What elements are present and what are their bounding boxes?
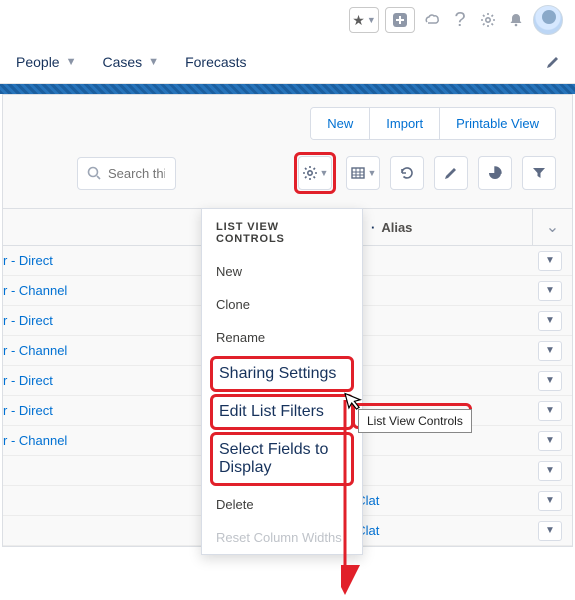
search-icon <box>86 165 102 181</box>
display-as-button[interactable]: ▼ <box>346 156 380 190</box>
row-actions-button[interactable]: ▼ <box>538 431 562 451</box>
row-actions-button[interactable]: ▼ <box>538 311 562 331</box>
row-actions-button[interactable]: ▼ <box>538 341 562 361</box>
row-actions-button[interactable]: ▼ <box>538 491 562 511</box>
inline-edit-button[interactable] <box>434 156 468 190</box>
filter-icon <box>531 165 547 181</box>
toolbar-row: ▼ ▼ <box>3 146 572 208</box>
row-actions-button[interactable]: ▼ <box>538 371 562 391</box>
chevron-down-icon: ▼ <box>368 168 377 178</box>
add-button[interactable] <box>385 7 415 33</box>
list-view-controls-menu: LIST VIEW CONTROLS New Clone Rename Shar… <box>201 208 363 555</box>
chevron-down-icon: ▼ <box>545 315 555 326</box>
row-name-link[interactable]: r - Direct <box>3 373 53 388</box>
menu-item-reset-widths: Reset Column Widths <box>202 521 362 554</box>
menu-item-rename[interactable]: Rename <box>202 321 362 354</box>
setup-gear-icon[interactable] <box>477 9 499 31</box>
chevron-down-icon: ▼ <box>148 56 159 68</box>
chevron-down-icon: ▼ <box>545 285 555 296</box>
nav-item-cases[interactable]: Cases ▼ <box>102 54 159 70</box>
favorites-button[interactable]: ★▼ <box>349 7 379 33</box>
column-label: Alias <box>381 220 412 235</box>
nav-label: Cases <box>102 54 142 70</box>
chevron-down-icon: ▼ <box>545 495 555 506</box>
action-button-group: New Import Printable View <box>310 107 556 140</box>
refresh-icon <box>399 165 415 181</box>
chevron-down-icon: ▼ <box>545 255 555 266</box>
menu-item-new[interactable]: New <box>202 255 362 288</box>
star-icon: ★ <box>352 12 365 29</box>
menu-item-select-fields[interactable]: Select Fields to Display <box>219 441 345 477</box>
highlight-gear: ▼ <box>294 152 336 194</box>
nav-item-people[interactable]: People ▼ <box>16 54 76 70</box>
menu-item-clone[interactable]: Clone <box>202 288 362 321</box>
pencil-icon <box>443 165 459 181</box>
list-panel: New Import Printable View ▼ ▼ <box>2 94 573 547</box>
row-actions-button[interactable]: ▼ <box>538 251 562 271</box>
chevron-down-icon: ▼ <box>545 345 555 356</box>
filter-button[interactable] <box>522 156 556 190</box>
refresh-button[interactable] <box>390 156 424 190</box>
chevron-down-icon: ▼ <box>545 525 555 536</box>
search-container <box>77 157 176 190</box>
gear-icon <box>302 165 318 181</box>
row-name-link[interactable]: r - Channel <box>3 283 67 298</box>
menu-item-sharing-settings[interactable]: Sharing Settings <box>219 365 345 383</box>
plus-icon <box>392 12 408 28</box>
highlight-sharing: Sharing Settings <box>210 356 354 392</box>
chevron-down-icon: ▼ <box>66 56 77 68</box>
chevron-down-icon: ⌄ <box>546 217 559 237</box>
list-view-controls-button[interactable]: ▼ <box>298 156 332 190</box>
notifications-bell-icon[interactable] <box>505 9 527 31</box>
chart-button[interactable] <box>478 156 512 190</box>
nav-item-forecasts[interactable]: Forecasts <box>185 54 246 70</box>
user-avatar[interactable] <box>533 5 563 35</box>
row-name-link[interactable]: r - Direct <box>3 313 53 328</box>
chevron-down-icon: ▼ <box>545 465 555 476</box>
import-button[interactable]: Import <box>370 108 440 139</box>
global-topbar: ★▼ ? <box>0 0 575 40</box>
help-icon[interactable]: ? <box>449 9 471 31</box>
printable-view-button[interactable]: Printable View <box>440 108 555 139</box>
column-header-chevron[interactable]: ⌄ <box>532 209 572 245</box>
chevron-down-icon: ▼ <box>545 405 555 416</box>
table-icon <box>350 165 366 181</box>
column-header-alias[interactable]: · Alias <box>359 220 532 235</box>
edit-nav-icon[interactable] <box>545 54 561 70</box>
chevron-down-icon: ▼ <box>320 168 329 178</box>
new-button[interactable]: New <box>311 108 370 139</box>
nav-label: Forecasts <box>185 54 246 70</box>
menu-item-delete[interactable]: Delete <box>202 488 362 521</box>
chevron-down-icon: ▼ <box>545 375 555 386</box>
highlight-edit-filters: Edit List Filters <box>210 394 354 430</box>
object-navbar: People ▼ Cases ▼ Forecasts <box>0 40 575 84</box>
chevron-down-icon: ▼ <box>545 435 555 446</box>
menu-item-edit-list-filters[interactable]: Edit List Filters <box>219 403 345 421</box>
decorative-band <box>0 84 575 94</box>
row-actions-button[interactable]: ▼ <box>538 281 562 301</box>
highlight-select-fields: Select Fields to Display <box>210 432 354 486</box>
row-name-link[interactable]: r - Channel <box>3 433 67 448</box>
row-actions-button[interactable]: ▼ <box>538 401 562 421</box>
table-container: · Alias ⌄ LIST VIEW CONTROLS New Clone R… <box>3 208 572 546</box>
salesforce-cloud-icon[interactable] <box>421 9 443 31</box>
row-name-link[interactable]: r - Direct <box>3 253 53 268</box>
menu-title: LIST VIEW CONTROLS <box>202 209 362 255</box>
row-name-link[interactable]: r - Direct <box>3 403 53 418</box>
row-name-link[interactable]: r - Channel <box>3 343 67 358</box>
row-actions-button[interactable]: ▼ <box>538 521 562 541</box>
row-actions-button[interactable]: ▼ <box>538 461 562 481</box>
pie-chart-icon <box>487 165 503 181</box>
action-button-row: New Import Printable View <box>3 95 572 146</box>
tooltip-list-view-controls: List View Controls <box>358 409 472 433</box>
nav-label: People <box>16 54 60 70</box>
